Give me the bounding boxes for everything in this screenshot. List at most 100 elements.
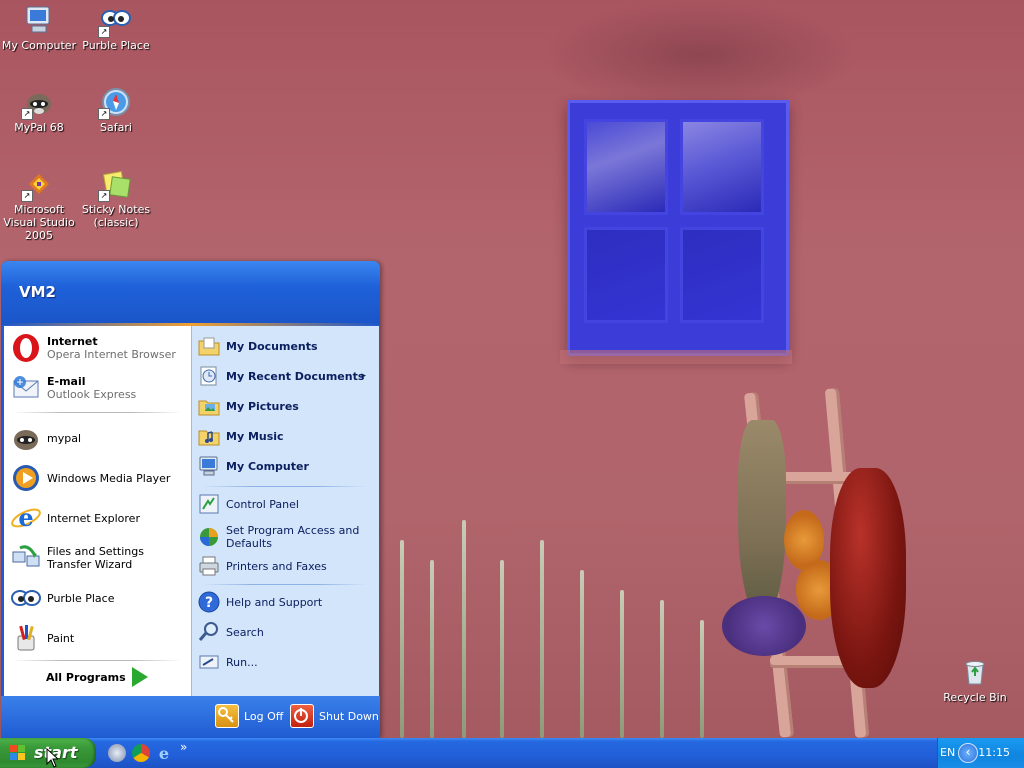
submenu-arrow-icon: ▸ [361, 371, 366, 381]
control-panel-icon [198, 493, 220, 515]
recent-program-paint[interactable]: Paint [10, 620, 188, 656]
sage-stem [540, 540, 544, 738]
desktop-icon-label: Microsoft Visual Studio 2005 [3, 203, 75, 242]
place-label: My Recent Documents [226, 369, 365, 383]
sticky-notes-icon: ↗ [98, 168, 132, 202]
window-sill [560, 350, 792, 364]
sage-stem [700, 620, 704, 738]
place-my-pictures[interactable]: My Pictures [198, 394, 374, 418]
settings-program-access-defaults[interactable]: Set Program Access and Defaults [198, 522, 374, 552]
pinned-subtitle: Outlook Express [47, 388, 137, 401]
paint-icon [10, 622, 42, 654]
start-menu-header: VM2 [1, 261, 380, 325]
sage-stem [580, 570, 584, 738]
recent-program-purble-place[interactable]: Purble Place [10, 580, 188, 616]
mypal-raccoon-icon: ↗ [21, 86, 55, 120]
sage-stem [620, 590, 624, 738]
start-menu-programs-pane: Internet Opera Internet Browser E-mail O… [4, 326, 191, 696]
settings-control-panel[interactable]: Control Panel [198, 492, 374, 516]
window-pane [680, 119, 764, 215]
settings-label: Printers and Faxes [226, 559, 327, 573]
start-menu-footer: Log Off Shut Down [1, 696, 380, 738]
svg-text:e: e [159, 744, 169, 762]
program-label: Purble Place [47, 591, 115, 605]
sage-stem [430, 560, 434, 738]
place-label: My Computer [226, 459, 309, 473]
shortcut-arrow-icon: ↗ [98, 190, 110, 202]
place-my-recent-documents[interactable]: My Recent Documents ▸ [198, 364, 374, 388]
place-label: My Music [226, 429, 284, 443]
windows-flag-icon [10, 745, 26, 761]
pinned-internet[interactable]: Internet Opera Internet Browser [10, 330, 188, 366]
desktop-icon-label: Sticky Notes (classic) [81, 203, 151, 229]
program-label: Files and Settings Transfer Wizard [47, 545, 144, 571]
desktop-icon-visual-studio[interactable]: ↗ Microsoft Visual Studio 2005 [0, 168, 78, 242]
language-indicator[interactable]: EN [940, 746, 955, 759]
recent-program-windows-media-player[interactable]: Windows Media Player [10, 460, 188, 496]
safari-compass-icon: ↗ [98, 86, 132, 120]
program-access-icon [198, 526, 220, 548]
recent-program-files-settings-transfer[interactable]: Files and Settings Transfer Wizard [10, 540, 188, 576]
svg-text:?: ? [205, 595, 213, 611]
sage-stem [500, 560, 504, 738]
user-name: VM2 [19, 283, 56, 301]
desktop-icon-safari[interactable]: ↗ Safari [77, 86, 155, 134]
separator [12, 660, 182, 661]
desktop-icon-label: Recycle Bin [943, 691, 1007, 704]
wall-shadow [540, 0, 860, 110]
recent-program-mypal[interactable]: mypal [10, 420, 188, 456]
desktop-icon-mypal[interactable]: ↗ MyPal 68 [0, 86, 78, 134]
pinned-email[interactable]: E-mail Outlook Express [10, 370, 188, 406]
desktop-icon-purble-place[interactable]: ↗ Purble Place [77, 4, 155, 52]
window-pane [584, 119, 668, 215]
svg-text:e: e [18, 503, 33, 532]
desktop-icon-my-computer[interactable]: My Computer [0, 4, 78, 52]
pinned-title: E-mail [47, 375, 86, 388]
place-my-computer[interactable]: My Computer [198, 454, 374, 478]
shut-down-button[interactable]: Shut Down [290, 704, 379, 728]
my-computer-icon [23, 4, 55, 36]
quick-launch-show-desktop-icon[interactable] [108, 744, 126, 762]
log-off-label: Log Off [244, 709, 284, 723]
desktop-icon-label: Safari [100, 121, 132, 134]
quick-launch-internet-explorer-icon[interactable]: e [155, 744, 173, 763]
desktop-icon-label: Purble Place [82, 39, 150, 52]
help-and-support[interactable]: ? Help and Support [198, 590, 374, 614]
desktop-icon-sticky-notes[interactable]: ↗ Sticky Notes (classic) [77, 168, 155, 229]
recycle-bin-icon [959, 656, 991, 688]
place-label: My Documents [226, 339, 318, 353]
run-icon [198, 651, 220, 673]
recent-documents-icon [198, 365, 220, 387]
shortcut-arrow-icon: ↗ [98, 108, 110, 120]
settings-label: Set Program Access and Defaults [226, 524, 360, 550]
separator [12, 412, 182, 413]
desktop-icon-recycle-bin[interactable]: Recycle Bin [936, 656, 1014, 704]
all-programs-arrow-icon[interactable] [132, 667, 148, 687]
recent-program-internet-explorer[interactable]: e Internet Explorer [10, 500, 188, 536]
search-icon [198, 621, 220, 643]
dried-lavender [722, 596, 806, 656]
separator [202, 584, 367, 585]
run[interactable]: Run... [198, 650, 374, 674]
purble-place-icon [10, 582, 42, 614]
settings-printers-faxes[interactable]: Printers and Faxes [198, 554, 374, 578]
search[interactable]: Search [198, 620, 374, 644]
log-off-key-icon [215, 704, 239, 728]
opera-icon [10, 332, 42, 364]
shortcut-arrow-icon: ↗ [21, 190, 33, 202]
help-label: Run... [226, 655, 258, 669]
folder-music-icon [198, 425, 220, 447]
place-my-music[interactable]: My Music [198, 424, 374, 448]
all-programs-button[interactable]: All Programs [46, 671, 126, 684]
program-label: mypal [47, 431, 82, 445]
taskbar: start e » 11:15 [0, 738, 1024, 768]
shortcut-arrow-icon: ↗ [98, 26, 110, 38]
place-my-documents[interactable]: My Documents [198, 334, 374, 358]
tray-expand-chevron-icon[interactable]: ‹ [958, 743, 978, 763]
clock[interactable]: 11:15 [978, 746, 1010, 759]
window-pane [584, 227, 668, 323]
quick-launch-chrome-icon[interactable] [132, 744, 150, 762]
quick-launch-overflow-chevron[interactable]: » [180, 740, 187, 754]
visual-studio-icon: ↗ [21, 168, 55, 202]
log-off-button[interactable]: Log Off [215, 704, 283, 728]
